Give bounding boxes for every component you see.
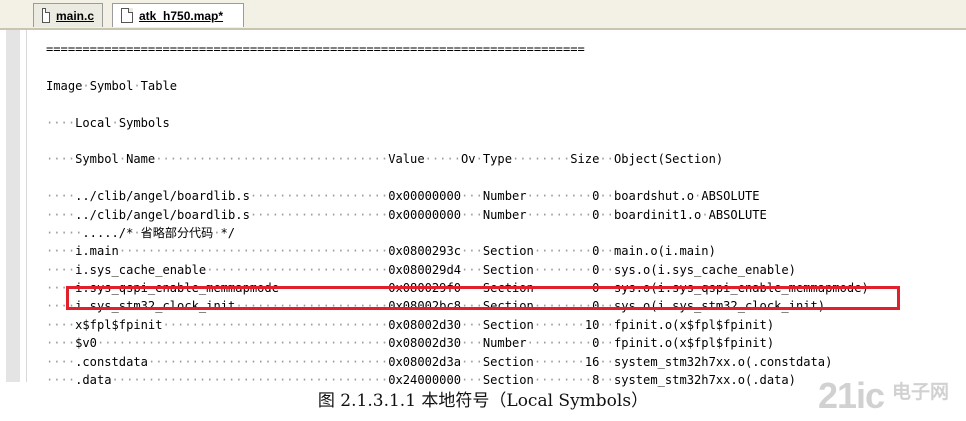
code-line: ····i.main······························… (46, 244, 716, 259)
tab-label: atk_h750.map* (139, 8, 224, 23)
code-line: ····.constdata··························… (46, 354, 833, 369)
code-line: ····Local·Symbols (46, 115, 170, 130)
code-line: ========================================… (46, 42, 585, 56)
code-line: Image·Symbol·Table (46, 78, 178, 93)
code-line: ·····...../*·省略部分代码·*/ (46, 225, 236, 240)
code-line: ····../clib/angel/boardlib.s············… (46, 189, 760, 204)
tab-atk-h750-map[interactable]: atk_h750.map* (112, 3, 244, 27)
editor-gutter (0, 30, 27, 382)
code-line: ····../clib/angel/boardlib.s············… (46, 207, 767, 222)
watermark-text: 21ic (818, 375, 885, 416)
tab-label: main.c (55, 8, 94, 23)
text-editor[interactable]: ========================================… (0, 30, 966, 387)
code-line: ····Symbol·Name·························… (46, 152, 724, 167)
watermark-logo: 21ic 电子网 (818, 373, 958, 417)
watermark-subtext: 电子网 (892, 381, 950, 403)
file-icon (42, 8, 50, 23)
highlight-box (66, 286, 900, 310)
file-icon (121, 8, 133, 23)
tab-bar: main.c atk_h750.map* (0, 0, 966, 30)
tab-main-c[interactable]: main.c (33, 3, 103, 27)
code-area[interactable]: ========================================… (46, 40, 961, 389)
code-line: ····$v0·································… (46, 336, 775, 351)
code-line: ····x$fpl$fpinit························… (46, 317, 775, 332)
code-line: ····i.sys_cache_enable··················… (46, 262, 796, 277)
